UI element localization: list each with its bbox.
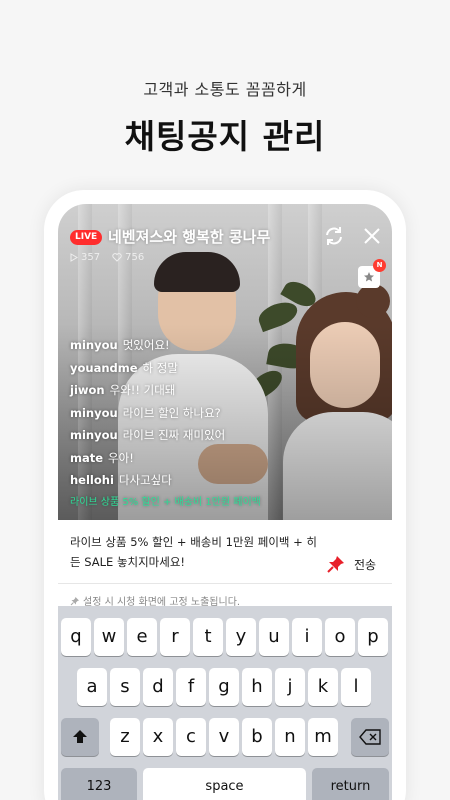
pin-small-icon [70,596,79,605]
chat-text: 라이브 할인 하나요? [122,405,221,420]
host-hair [154,252,240,292]
chat-user: minyou [70,338,118,352]
space-key[interactable]: space [143,768,306,800]
live-title: 네벤져스와 행복한 콩나무 [108,228,271,246]
heart-icon [112,253,122,262]
key-s[interactable]: s [110,668,140,706]
chat-user: jiwon [70,383,105,397]
chat-text: 라이브 진짜 재미있어 [122,428,226,442]
key-z[interactable]: z [110,718,140,756]
key-m[interactable]: m [308,718,338,756]
live-badge: LIVE [70,230,103,245]
key-f[interactable]: f [176,668,206,706]
chat-message: jiwon 우와!! 기대돼 [70,379,261,402]
chat-message: minyou 라이브 할인 하나요? [70,402,261,425]
notice-editor[interactable]: 라이브 상품 5% 할인 + 배송비 1만원 페이백 + 히든 SALE 놓치지… [58,520,392,584]
numbers-key[interactable]: 123 [61,768,137,800]
key-u[interactable]: u [259,618,289,656]
chat-message: hellohi 다사고싶다 [70,469,261,492]
key-h[interactable]: h [242,668,272,706]
key-e[interactable]: e [127,618,157,656]
chat-message: minyou 라이브 진짜 재미있어 [70,424,261,447]
phone-frame: LIVE 네벤져스와 행복한 콩나무 357 756 N minyou 멋있어요… [44,190,406,800]
likes-count: 756 [125,252,145,263]
phone-screen: LIVE 네벤져스와 행복한 콩나무 357 756 N minyou 멋있어요… [58,204,392,800]
pin-icon[interactable] [326,554,346,574]
refresh-icon[interactable] [322,224,346,248]
key-o[interactable]: o [325,618,355,656]
key-a[interactable]: a [77,668,107,706]
chat-message: mate 우아! [70,447,261,470]
backspace-icon [359,729,381,745]
views-stat: 357 [70,252,100,263]
chat-user: minyou [70,428,118,442]
cohost-hair-bun [356,284,390,318]
key-v[interactable]: v [209,718,239,756]
views-count: 357 [81,252,101,263]
shift-icon [73,730,87,743]
star-icon [364,272,374,282]
promo-headline: 채팅공지 관리 [124,117,326,156]
key-l[interactable]: l [341,668,371,706]
play-icon [70,253,78,262]
chat-message: youandme 하 정말 [70,357,261,380]
key-q[interactable]: q [61,618,91,656]
chat-pinned-notice: 라이브 상품 5% 할인 + 배송비 1만원 페이백 [70,496,261,508]
chat-list: minyou 멋있어요! youandme 하 정말 jiwon 우와!! 기대돼 m… [70,334,261,514]
chat-text: 다사고싶다 [118,473,172,487]
key-n[interactable]: n [275,718,305,756]
key-i[interactable]: i [292,618,322,656]
key-r[interactable]: r [160,618,190,656]
chat-text: 우와!! 기대돼 [109,383,176,397]
chat-user: mate [70,450,104,465]
chat-message: minyou 멋있어요! [70,334,261,357]
chat-user: hellohi [70,473,114,487]
send-button[interactable]: 전송 [354,556,376,573]
close-icon[interactable] [360,224,384,248]
key-j[interactable]: j [275,668,305,706]
key-p[interactable]: p [358,618,388,656]
key-t[interactable]: t [193,618,223,656]
chat-text: 우아! [108,450,134,465]
key-g[interactable]: g [209,668,239,706]
keyboard: q w e r t y u i o p a s d f g h j k l z … [58,606,392,800]
return-key[interactable]: return [312,768,389,800]
app-page: 고객과 소통도 꼼꼼하게 채팅공지 관리 LIVE 네벤져스와 행복한 콩나무 … [0,0,450,800]
key-x[interactable]: x [143,718,173,756]
key-w[interactable]: w [94,618,124,656]
chat-user: minyou [70,405,118,420]
live-stats: 357 756 [70,252,144,263]
likes-stat: 756 [112,252,144,263]
notice-input[interactable]: 라이브 상품 5% 할인 + 배송비 1만원 페이백 + 히든 SALE 놓치지… [70,532,322,572]
key-k[interactable]: k [308,668,338,706]
key-b[interactable]: b [242,718,272,756]
key-d[interactable]: d [143,668,173,706]
chat-text: 하 정말 [142,360,178,375]
chat-user: youandme [70,360,138,375]
chat-text: 멋있어요! [122,338,170,352]
shift-key[interactable] [61,718,99,756]
new-badge: N [373,259,386,272]
promo-subtitle: 고객과 소통도 꼼꼼하게 [143,80,307,99]
backspace-key[interactable] [351,718,389,756]
live-video: LIVE 네벤져스와 행복한 콩나무 357 756 N minyou 멋있어요… [58,204,392,520]
key-c[interactable]: c [176,718,206,756]
key-y[interactable]: y [226,618,256,656]
